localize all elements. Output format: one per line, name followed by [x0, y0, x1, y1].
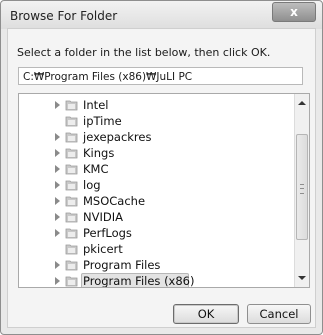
tree-item[interactable]: NVIDIA [19, 209, 293, 225]
tree-item-label: Kings [83, 146, 115, 160]
dialog-title: Browse For Folder [10, 9, 118, 23]
tree-item-label: PerfLogs [83, 226, 132, 240]
folder-icon [65, 148, 78, 159]
scroll-grip-icon [300, 184, 304, 194]
scroll-thumb[interactable] [296, 134, 308, 240]
tree-item-label: Program Files (x86) [83, 274, 195, 288]
tree-item-label: jexepackres [83, 130, 152, 144]
vertical-scrollbar[interactable] [294, 94, 309, 287]
folder-icon [65, 180, 78, 191]
tree-item-label: pkicert [83, 242, 123, 256]
tree-item-label: MSOCache [83, 194, 146, 208]
folder-icon [65, 260, 78, 271]
tree-item[interactable]: Intel [19, 97, 293, 113]
expand-arrow-icon[interactable] [55, 149, 60, 157]
expand-arrow-icon[interactable] [55, 261, 60, 269]
expand-arrow-icon[interactable] [55, 229, 60, 237]
cancel-button[interactable]: Cancel [247, 304, 311, 324]
tree-item-label: NVIDIA [83, 210, 123, 224]
title-bar[interactable]: Browse For Folder x [1, 1, 322, 29]
tree-item-label: log [83, 178, 101, 192]
tree-item[interactable]: Program Files [19, 257, 293, 273]
close-button[interactable]: x [272, 2, 316, 22]
folder-icon [65, 228, 78, 239]
folder-icon [65, 196, 78, 207]
tree-item[interactable]: Program Files (x86) [19, 273, 293, 288]
scroll-up-arrow-icon[interactable] [298, 101, 306, 105]
tree-item-label: ipTime [83, 114, 122, 128]
expand-arrow-icon[interactable] [55, 133, 60, 141]
folder-icon [65, 212, 78, 223]
tree-item[interactable]: Kings [19, 145, 293, 161]
tree-item-label: KMC [83, 162, 109, 176]
tree-item[interactable]: KMC [19, 161, 293, 177]
tree-item-label: Program Files [83, 258, 161, 272]
instruction-text: Select a folder in the list below, then … [17, 46, 271, 59]
folder-icon [65, 132, 78, 143]
folder-icon [65, 100, 78, 111]
tree-item[interactable]: pkicert [19, 241, 293, 257]
scroll-down-arrow-icon[interactable] [298, 276, 306, 280]
expand-arrow-icon[interactable] [55, 181, 60, 189]
ok-button[interactable]: OK [173, 304, 239, 324]
tree-item[interactable]: log [19, 177, 293, 193]
tree-item[interactable]: PerfLogs [19, 225, 293, 241]
folder-path-field[interactable]: C:₩Program Files (x86)₩JuLI PC [18, 67, 303, 85]
expand-arrow-icon[interactable] [55, 101, 60, 109]
folder-icon [65, 164, 78, 175]
expand-arrow-icon[interactable] [55, 165, 60, 173]
expand-arrow-icon[interactable] [55, 197, 60, 205]
tree-item[interactable]: ipTime [19, 113, 293, 129]
expand-arrow-icon[interactable] [55, 277, 60, 285]
folder-tree[interactable]: Intel ipTime jexepackres Kings KMC log MSOCach… [18, 93, 310, 288]
folder-icon [65, 244, 78, 255]
folder-icon [65, 116, 78, 127]
expand-arrow-icon[interactable] [55, 213, 60, 221]
tree-item-label: Intel [83, 98, 109, 112]
tree-item[interactable]: MSOCache [19, 193, 293, 209]
folder-icon [65, 276, 78, 287]
tree-item[interactable]: jexepackres [19, 129, 293, 145]
close-icon: x [290, 5, 298, 19]
